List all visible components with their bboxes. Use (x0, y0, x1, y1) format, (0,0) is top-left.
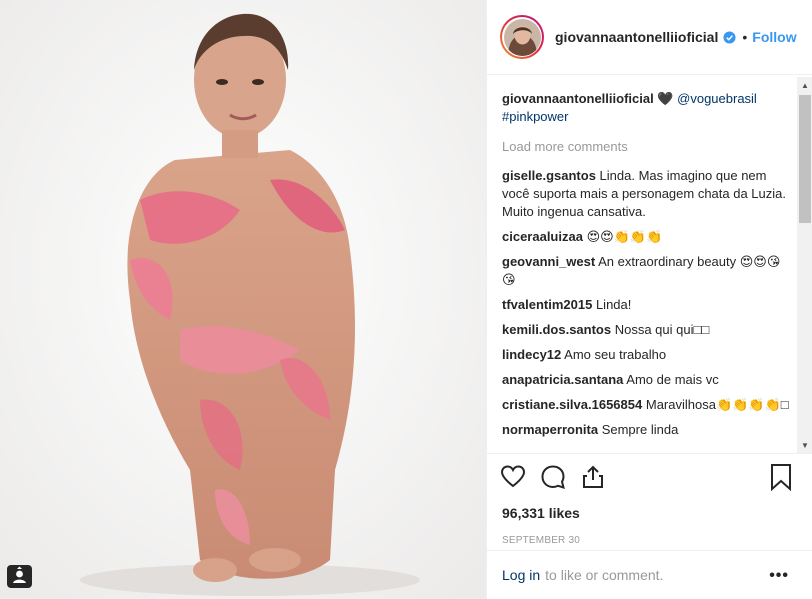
action-icon-row (500, 463, 812, 491)
post-caption: giovannaantonelliioficial 🖤 @voguebrasil… (502, 90, 792, 126)
comment-item: geovanni_west An extraordinary beauty 😍😍… (502, 253, 792, 289)
avatar-image (503, 18, 541, 56)
follow-button[interactable]: Follow (752, 29, 796, 45)
scrollbar-thumb[interactable] (799, 95, 811, 223)
comment-username[interactable]: tfvalentim2015 (502, 297, 592, 312)
comment-text: Amo seu trabalho (564, 347, 667, 362)
caption-mention[interactable]: @voguebrasil (677, 91, 757, 106)
user-tag-button[interactable] (7, 565, 32, 588)
comment-username[interactable]: anapatricia.santana (502, 372, 623, 387)
comment-text: Amo de mais vc (626, 372, 719, 387)
share-icon[interactable] (580, 464, 606, 490)
avatar (502, 17, 542, 57)
comment-item: kemili.dos.santos Nossa qui qui□□ (502, 321, 792, 339)
post-sidebar: giovannaantonelliioficial • Follow giova… (486, 0, 812, 599)
comment-text: Maravilhosa👏👏👏👏□ (645, 397, 789, 412)
verified-badge-icon (723, 30, 736, 44)
photo-illustration (0, 0, 486, 599)
bookmark-icon[interactable] (769, 463, 793, 491)
post-photo[interactable] (0, 0, 486, 599)
post-header: giovannaantonelliioficial • Follow (487, 0, 812, 75)
post-date[interactable]: SEPTEMBER 30 (502, 535, 812, 546)
avatar-ring[interactable] (500, 15, 544, 59)
comment-text: 😍😍👏👏👏 (586, 229, 663, 244)
caption-emoji: 🖤 (657, 91, 674, 106)
scroll-down-arrow-icon[interactable]: ▼ (797, 437, 812, 453)
comment-username[interactable]: cristiane.silva.1656854 (502, 397, 642, 412)
comment-item: anapatricia.santana Amo de mais vc (502, 371, 792, 389)
load-more-comments-button[interactable]: Load more comments (502, 138, 803, 156)
comment-item: ciceraaluizaa 😍😍👏👏👏 (502, 228, 792, 246)
comment-item: tfvalentim2015 Linda! (502, 296, 792, 314)
caption-hashtag[interactable]: #pinkpower (502, 109, 569, 124)
header-username[interactable]: giovannaantonelliioficial (555, 29, 718, 45)
heart-icon[interactable] (500, 464, 526, 490)
comment-text: Linda! (595, 297, 632, 312)
comment-item: cristiane.silva.1656854 Maravilhosa👏👏👏👏□ (502, 396, 792, 414)
login-bar: Log in to like or comment. ••• (487, 550, 812, 599)
header-separator: • (742, 29, 748, 45)
comments-list[interactable]: giovannaantonelliioficial 🖤 @voguebrasil… (487, 76, 803, 453)
comment-text: Sempre linda (601, 422, 679, 437)
comment-username[interactable]: giselle.gsantos (502, 168, 596, 183)
user-tag-icon (13, 566, 26, 583)
comment-item: giselle.gsantos Linda. Mas imagino que n… (502, 167, 792, 221)
comment-username[interactable]: normaperronita (502, 422, 598, 437)
comment-text: Nossa qui qui□□ (614, 322, 710, 337)
comment-username[interactable]: geovanni_west (502, 254, 595, 269)
login-suffix: to like or comment. (545, 567, 664, 583)
comment-icon[interactable] (540, 464, 566, 490)
comment-username[interactable]: ciceraaluizaa (502, 229, 583, 244)
more-options-icon[interactable]: ••• (769, 567, 789, 585)
comment-item: normaperronita Sempre linda (502, 421, 792, 439)
comment-username[interactable]: lindecy12 (502, 347, 561, 362)
scroll-up-arrow-icon[interactable]: ▲ (797, 77, 812, 93)
comments-scrollbar[interactable]: ▲ ▼ (797, 77, 812, 453)
comment-username[interactable]: kemili.dos.santos (502, 322, 611, 337)
comment-item: lindecy12 Amo seu trabalho (502, 346, 792, 364)
likes-count[interactable]: 96,331 likes (502, 505, 812, 521)
login-link[interactable]: Log in (502, 567, 540, 583)
caption-username[interactable]: giovannaantonelliioficial (502, 91, 654, 106)
